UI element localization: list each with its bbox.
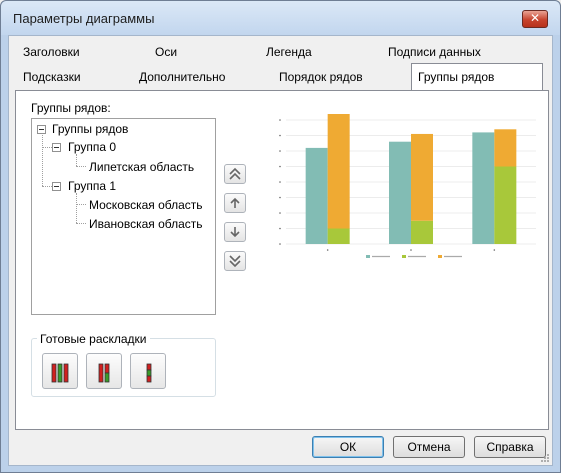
tree-item-moscow[interactable]: Московская область (89, 198, 203, 212)
presets-title: Готовые раскладки (37, 332, 150, 346)
chart-bar (494, 129, 517, 167)
tree-item-ivanovo[interactable]: Ивановская область (89, 217, 203, 231)
layout-three-columns-icon (51, 363, 69, 383)
move-top-icon (229, 167, 241, 180)
chart-y-tick (279, 181, 281, 183)
move-top-button[interactable] (224, 164, 246, 184)
collapse-toggle-icon[interactable] (52, 182, 61, 191)
tab-tooltips[interactable]: Подсказки (17, 65, 81, 89)
chart-legend-swatch (402, 255, 406, 258)
chart-legend-swatch (366, 255, 370, 258)
tab-series-groups[interactable]: Группы рядов (411, 63, 543, 90)
tab-series-order[interactable]: Порядок рядов (273, 65, 363, 89)
tree-group-1[interactable]: Группа 1 (68, 179, 116, 193)
preset-two-columns-button[interactable] (86, 353, 122, 389)
tab-advanced[interactable]: Дополнительно (133, 65, 225, 89)
tab-row-2: Подсказки Дополнительно Порядок рядов Гр… (9, 63, 554, 90)
ok-button[interactable]: ОК (312, 436, 384, 458)
chart-bar (305, 147, 328, 244)
chart-y-tick (279, 165, 281, 168)
preset-single-column-button[interactable] (130, 353, 166, 389)
chart-legend-swatch (438, 255, 442, 258)
chart-y-tick (279, 196, 281, 199)
tree-group-0[interactable]: Группа 0 (68, 140, 116, 154)
tab-titles[interactable]: Заголовки (17, 40, 80, 64)
chart-bar (389, 141, 411, 244)
cancel-button[interactable]: Отмена (393, 436, 465, 458)
window-title: Параметры диаграммы (13, 11, 155, 26)
chart-y-tick (279, 150, 281, 152)
chart-y-tick (279, 119, 281, 121)
move-down-icon (230, 227, 240, 238)
move-bottom-button[interactable] (224, 251, 246, 271)
tab-row-1: Заголовки Оси Легенда Подписи данных (9, 40, 554, 64)
series-groups-tree[interactable]: Группы рядов Группа 0 Липетская область … (31, 118, 216, 315)
chart-y-tick (279, 243, 281, 245)
collapse-toggle-icon[interactable] (37, 125, 46, 134)
chart-preview (279, 114, 536, 258)
tree-root[interactable]: Группы рядов (52, 122, 128, 136)
title-bar[interactable]: Параметры диаграммы ✕ (1, 1, 560, 35)
preset-three-columns-button[interactable] (42, 353, 78, 389)
chart-y-tick (279, 134, 281, 137)
chart-bar (411, 133, 433, 221)
resize-grip-icon[interactable] (540, 453, 550, 463)
close-button[interactable]: ✕ (522, 10, 548, 28)
layout-single-column-icon (146, 363, 152, 383)
chart-bar (327, 114, 350, 229)
close-icon: ✕ (529, 11, 541, 25)
chart-bar (494, 166, 517, 244)
chart-y-tick (279, 212, 281, 214)
chart-x-tick (326, 249, 329, 251)
chart-x-tick (493, 249, 496, 251)
help-button[interactable]: Справка (474, 436, 546, 458)
chart-bar (411, 220, 433, 244)
move-up-button[interactable] (224, 193, 246, 213)
tab-data-labels[interactable]: Подписи данных (382, 40, 481, 64)
tree-item-lipetsk[interactable]: Липетская область (89, 160, 194, 174)
tab-axes[interactable]: Оси (149, 40, 177, 64)
collapse-toggle-icon[interactable] (52, 143, 61, 152)
chart-bar (472, 132, 495, 244)
chart-bar (327, 228, 350, 244)
chart-y-tick (279, 227, 281, 230)
move-up-icon (230, 197, 240, 208)
dialog-client: Заголовки Оси Легенда Подписи данных Под… (8, 35, 553, 466)
move-down-button[interactable] (224, 222, 246, 242)
dialog-window: Параметры диаграммы ✕ Заголовки Оси Леге… (0, 0, 561, 473)
series-groups-label: Группы рядов: (31, 101, 111, 115)
chart-x-tick (410, 249, 412, 251)
move-bottom-icon (229, 255, 241, 268)
layout-two-columns-icon (98, 363, 110, 383)
tab-legend[interactable]: Легенда (260, 40, 312, 64)
